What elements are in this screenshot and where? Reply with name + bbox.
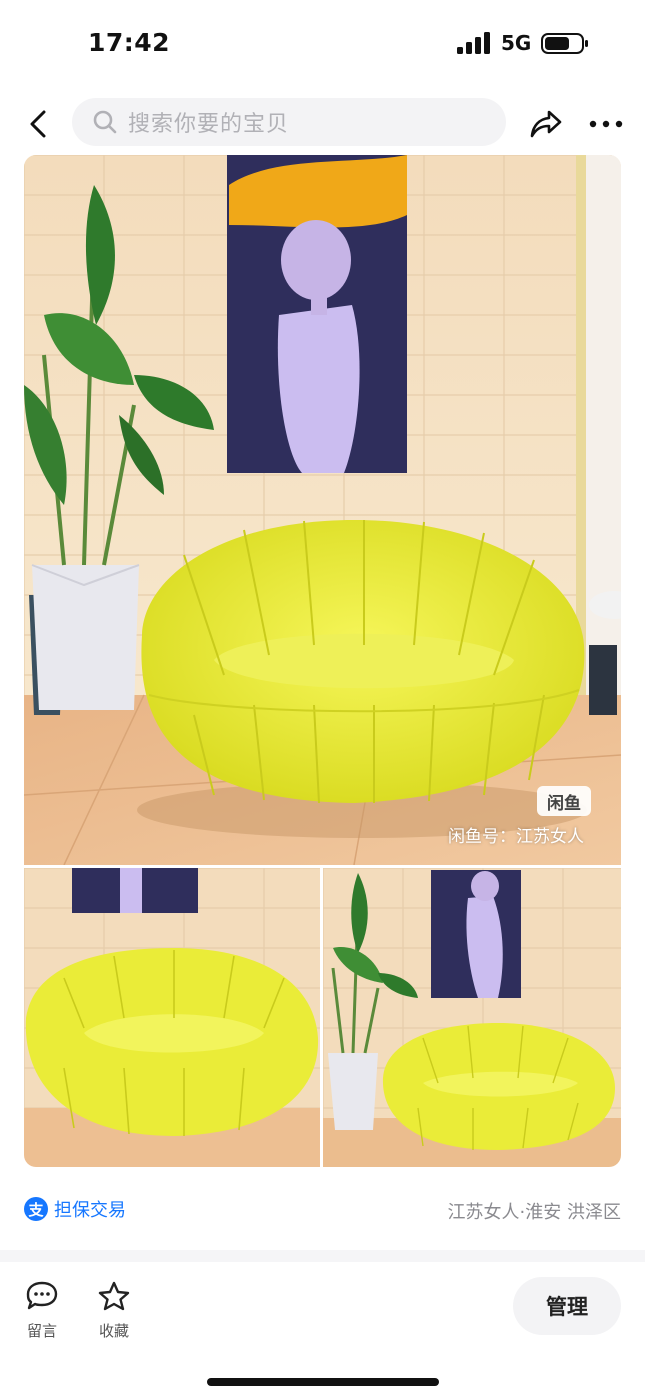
sofa-photo-2 [24,868,320,1167]
share-icon [530,110,562,138]
xianyu-watermark-text: 闲鱼号：江苏女人 [448,827,584,847]
sofa-photo-3 [323,868,621,1167]
signal-icon [457,32,490,54]
comment-button[interactable]: 留言 [12,1278,72,1341]
back-button[interactable] [20,104,56,144]
xianyu-watermark-logo: 闲鱼 [537,786,591,816]
product-photo-2[interactable] [24,868,320,1167]
status-time: 17:42 [88,28,171,57]
star-icon [96,1278,132,1314]
network-type: 5G [501,31,532,55]
favorite-button[interactable]: 收藏 [84,1278,144,1341]
manage-button[interactable]: 管理 [513,1277,621,1335]
more-button[interactable] [585,104,627,144]
favorite-label: 收藏 [98,1322,129,1340]
guarantee-trade-badge[interactable]: 支 担保交易 [24,1196,126,1222]
comment-icon [24,1278,60,1314]
search-placeholder: 搜索你要的宝贝 [128,112,290,137]
share-button[interactable] [526,104,566,144]
battery-icon [541,33,588,54]
more-dots-icon [589,120,623,128]
seller-location: 江苏女人·淮安 洪泽区 [447,1202,621,1223]
chevron-left-icon [30,110,46,138]
product-photo-3[interactable] [323,868,621,1167]
search-input[interactable]: 搜索你要的宝贝 [72,98,506,146]
search-icon [92,109,118,135]
guarantee-label: 担保交易 [54,1200,126,1221]
sofa-photo-main [24,155,621,865]
status-bar: 17:42 5G [0,0,645,90]
product-photo-main[interactable] [24,155,621,865]
home-indicator[interactable] [207,1378,439,1386]
comment-label: 留言 [26,1322,57,1340]
alipay-icon: 支 [24,1197,48,1221]
section-divider [0,1250,645,1262]
